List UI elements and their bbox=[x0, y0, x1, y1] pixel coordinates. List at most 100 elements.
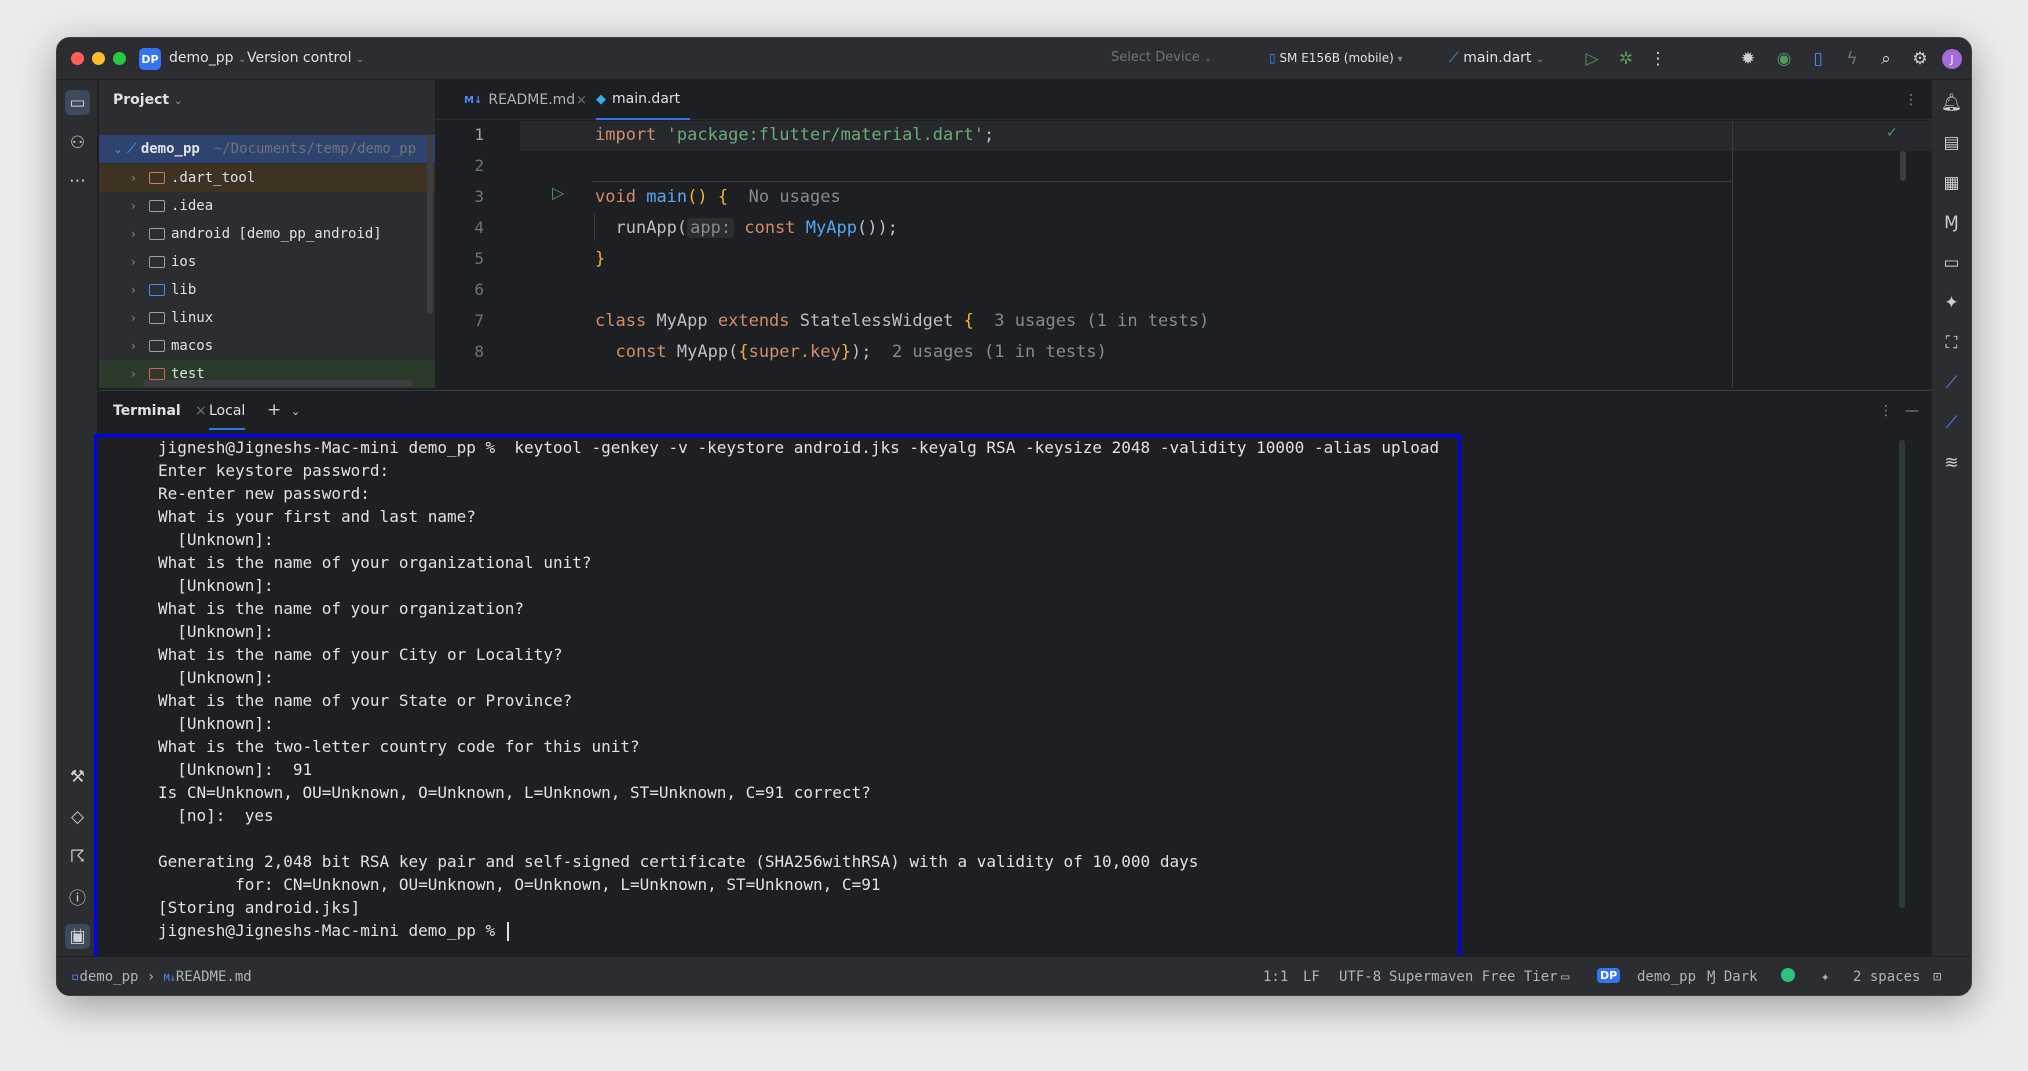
function-name: main bbox=[646, 187, 688, 207]
project-switcher[interactable]: demo_pp ⌄ bbox=[169, 50, 246, 66]
terminal-scrollbar[interactable] bbox=[1899, 440, 1905, 908]
problems-icon[interactable]: ⓘ bbox=[65, 884, 90, 909]
run-icon[interactable]: ▷ bbox=[1581, 48, 1603, 70]
run-gutter-icon[interactable]: ▷ bbox=[552, 183, 564, 202]
code-editor[interactable]: 1 2 3 4 5 6 7 8 ▷ import 'package:flutte… bbox=[436, 121, 1932, 388]
string-literal: 'package:flutter/material.dart' bbox=[666, 125, 984, 145]
debug-icon[interactable]: ✲ bbox=[1615, 48, 1637, 70]
tree-item-linux[interactable]: › linux bbox=[99, 304, 435, 332]
close-tab-icon[interactable]: × bbox=[195, 403, 207, 419]
ai-assistant-icon[interactable]: ✦ bbox=[1821, 969, 1829, 985]
keyword: void bbox=[595, 187, 636, 207]
build-icon[interactable]: ⚒ bbox=[65, 764, 90, 789]
indent-setting[interactable]: 2 spaces bbox=[1853, 969, 1920, 985]
usage-hint[interactable]: 2 usages (1 in tests) bbox=[892, 342, 1107, 362]
no-problems-check-icon[interactable]: ✓ bbox=[1886, 125, 1898, 141]
minimize-panel-icon[interactable]: — bbox=[1905, 403, 1919, 419]
tree-item-android[interactable]: › android [demo_pp_android] bbox=[99, 220, 435, 248]
inspection-icon[interactable]: ☈ bbox=[65, 844, 90, 869]
terminal-options-icon[interactable]: ⋮ bbox=[1879, 403, 1893, 419]
line-separator[interactable]: LF bbox=[1303, 969, 1320, 985]
ai-assistant-icon[interactable]: ✦ bbox=[1939, 290, 1964, 315]
tree-item-macos[interactable]: › macos bbox=[99, 332, 435, 360]
supermaven-status[interactable]: Supermaven Free Tier bbox=[1389, 969, 1558, 985]
terminal-output[interactable]: jignesh@Jigneshs-Mac-mini demo_pp % keyt… bbox=[99, 430, 1932, 956]
tab-readme[interactable]: M↓ README.md bbox=[464, 80, 575, 120]
flutter-inspector-icon[interactable]: ⟋ bbox=[1939, 370, 1964, 395]
tree-item-ios[interactable]: › ios bbox=[99, 248, 435, 276]
chevron-down-icon[interactable]: ⌄ bbox=[291, 405, 300, 418]
device-selector[interactable]: Select Device ⌄ bbox=[1111, 50, 1212, 65]
tree-item-label: ios bbox=[171, 254, 197, 270]
project-tree-scrollbar[interactable] bbox=[427, 134, 433, 314]
wifi-icon[interactable]: ≋ bbox=[1939, 450, 1964, 475]
hot-reload-icon[interactable]: ϟ bbox=[1841, 48, 1863, 70]
line-number: 2 bbox=[474, 156, 484, 175]
search-icon[interactable]: ⌕ bbox=[1875, 48, 1897, 70]
close-tab-icon[interactable]: × bbox=[576, 80, 587, 120]
vcs-menu[interactable]: Version control ⌄ bbox=[247, 50, 364, 66]
target-device-selector[interactable]: ▯ SM E156B (mobile) ▾ bbox=[1269, 51, 1403, 65]
file-encoding[interactable]: UTF-8 bbox=[1339, 969, 1381, 985]
project-badge[interactable]: DP bbox=[1597, 967, 1621, 983]
status-indicator-icon[interactable] bbox=[1781, 968, 1795, 986]
device-manager-icon[interactable]: ▭ bbox=[1939, 250, 1964, 275]
usage-hint[interactable]: 3 usages (1 in tests) bbox=[994, 311, 1209, 331]
line-number: 5 bbox=[474, 249, 484, 268]
structure-icon[interactable]: ⚇ bbox=[65, 130, 90, 155]
status-project-name[interactable]: demo_pp bbox=[1637, 969, 1696, 985]
account-avatar[interactable]: J bbox=[1941, 48, 1963, 70]
usage-hint[interactable]: No usages bbox=[749, 187, 841, 207]
project-folder-icon[interactable]: ▭ bbox=[65, 90, 90, 115]
supermaven-icon[interactable]: Ɱ bbox=[1939, 210, 1964, 235]
tree-item-lib[interactable]: › lib bbox=[99, 276, 435, 304]
breadcrumb[interactable]: ▫demo_pp › M↓README.md bbox=[71, 969, 252, 985]
minimize-window-button[interactable] bbox=[92, 52, 105, 65]
close-window-button[interactable] bbox=[71, 52, 84, 65]
chevron-right-icon: › bbox=[131, 367, 136, 381]
tab-label: main.dart bbox=[612, 91, 681, 107]
database-icon[interactable]: ▦ bbox=[1939, 170, 1964, 195]
project-badge-text: DP bbox=[1597, 968, 1621, 983]
theme-switcher[interactable]: Ɱ Dark bbox=[1707, 969, 1758, 985]
terminal-prompt-line[interactable]: jignesh@Jigneshs-Mac-mini demo_pp % bbox=[158, 921, 509, 941]
terminal-line: [Unknown]: bbox=[158, 668, 274, 687]
markdown-icon: M↓ bbox=[163, 973, 176, 984]
keyword: const bbox=[744, 218, 796, 238]
device-mirror-icon[interactable]: ▯ bbox=[1807, 48, 1829, 70]
terminal-line: jignesh@Jigneshs-Mac-mini demo_pp % keyt… bbox=[158, 438, 1440, 457]
screenshot-icon[interactable]: ⛶ bbox=[1939, 330, 1964, 355]
class-name: MyApp bbox=[656, 311, 708, 331]
brace: } bbox=[840, 342, 851, 362]
terminal-tab-local[interactable]: Local bbox=[209, 403, 246, 430]
flutter-performance-icon[interactable]: ⟋ bbox=[1939, 410, 1964, 435]
lock-icon[interactable]: ⊡ bbox=[1933, 969, 1941, 985]
more-tools-icon[interactable]: ⋯ bbox=[65, 168, 90, 193]
project-badge[interactable]: DP bbox=[139, 48, 161, 70]
maximize-window-button[interactable] bbox=[113, 52, 126, 65]
tree-root[interactable]: ⌄ ⟋ demo_pp ~/Documents/temp/demo_pp bbox=[99, 135, 435, 163]
caret-position[interactable]: 1:1 bbox=[1263, 969, 1288, 985]
terminal-line: [Unknown]: bbox=[158, 576, 274, 595]
dart-devtools-icon[interactable]: ◇ bbox=[65, 804, 90, 829]
project-panel-header[interactable]: Project ⌄ bbox=[113, 92, 182, 108]
tab-main-dart[interactable]: ◆ main.dart bbox=[596, 80, 691, 120]
project-tree-h-scrollbar[interactable] bbox=[143, 380, 413, 386]
editor-scrollbar[interactable] bbox=[1900, 151, 1906, 181]
bug-icon[interactable]: ✹ bbox=[1737, 48, 1759, 70]
editor-options-icon[interactable]: ⋮ bbox=[1904, 80, 1918, 120]
new-terminal-plus-icon[interactable]: + bbox=[267, 400, 281, 420]
terminal-line: [Storing android.jks] bbox=[158, 898, 361, 917]
terminal-line: Re-enter new password: bbox=[158, 484, 370, 503]
more-actions-icon[interactable]: ⋮ bbox=[1647, 48, 1669, 70]
record-icon[interactable]: ◉ bbox=[1773, 48, 1795, 70]
notifications-bell-icon[interactable]: 🔔︎ bbox=[1939, 90, 1964, 115]
settings-gear-icon[interactable]: ⚙ bbox=[1909, 48, 1931, 70]
file-icon[interactable]: ▤ bbox=[1939, 130, 1964, 155]
tree-item-dart-tool[interactable]: › .dart_tool bbox=[99, 164, 435, 192]
tree-item-idea[interactable]: › .idea bbox=[99, 192, 435, 220]
run-config-selector[interactable]: ⟋ main.dart ⌄ bbox=[1449, 50, 1544, 66]
editor-tab-bar: M↓ README.md × ◆ main.dart ⋮ bbox=[436, 80, 1932, 120]
chat-icon[interactable]: ▭ bbox=[1561, 969, 1569, 985]
git-branch-icon[interactable]: ⑂ bbox=[65, 922, 90, 947]
